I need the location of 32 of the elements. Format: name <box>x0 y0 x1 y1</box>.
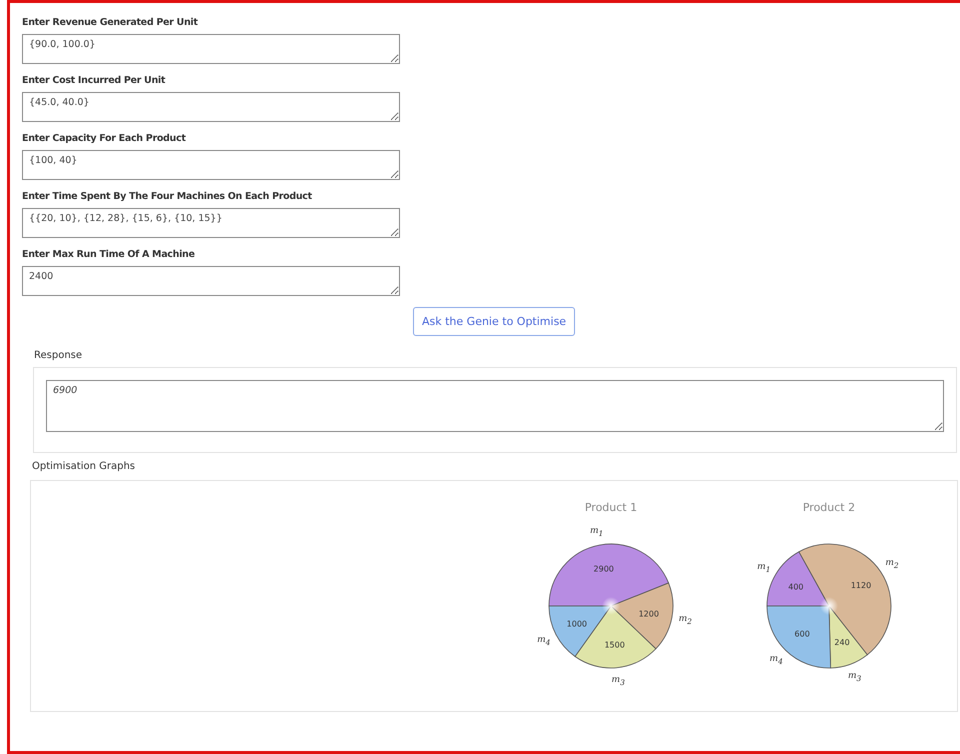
data-label: 1120 <box>850 580 872 590</box>
input-field[interactable]: {{20, 10}, {12, 28}, {15, 6}, {10, 15}} <box>22 208 400 238</box>
input-field[interactable]: {90.0, 100.0} <box>22 34 400 64</box>
optimise-button[interactable]: Ask the Genie to Optimise <box>413 307 576 336</box>
section-label: Optimisation Graphs <box>32 461 136 472</box>
field-label: Enter Capacity For Each Product <box>22 133 187 144</box>
field-label: Enter Max Run Time Of A Machine <box>22 249 196 260</box>
input-field[interactable]: {100, 40} <box>22 150 400 180</box>
slice-label: m$_{4}$ <box>537 634 550 647</box>
data-label: 240 <box>834 638 850 648</box>
data-label: 2900 <box>594 564 614 574</box>
field-label: Enter Revenue Generated Per Unit <box>22 17 199 28</box>
slice-label: m$_{1}$ <box>590 526 604 538</box>
input-field[interactable]: {45.0, 40.0} <box>22 92 400 122</box>
slice-label: m$_{3}$ <box>848 671 862 684</box>
data-label: 400 <box>788 582 804 592</box>
field-label: Enter Cost Incurred Per Unit <box>22 75 166 86</box>
chart-title: Product 2 <box>802 501 856 514</box>
slice-label: m$_{2}$ <box>885 558 899 570</box>
data-label: 1200 <box>638 609 659 618</box>
slice-label: m$_{4}$ <box>770 654 783 666</box>
slice-label: m$_{3}$ <box>612 675 625 688</box>
data-label: 1500 <box>604 640 625 650</box>
response-field[interactable]: 6900 <box>46 380 944 432</box>
slice-label: m$_{1}$ <box>757 562 770 574</box>
input-field[interactable]: 2400 <box>22 266 400 296</box>
chart-title: Product 1 <box>584 501 638 514</box>
field-label: Enter Time Spent By The Four Machines On Each Product <box>22 191 313 202</box>
section-label: Response <box>34 350 84 361</box>
slice-label: m$_{2}$ <box>678 614 692 626</box>
data-label: 1000 <box>566 620 588 629</box>
data-label: 600 <box>794 630 810 639</box>
